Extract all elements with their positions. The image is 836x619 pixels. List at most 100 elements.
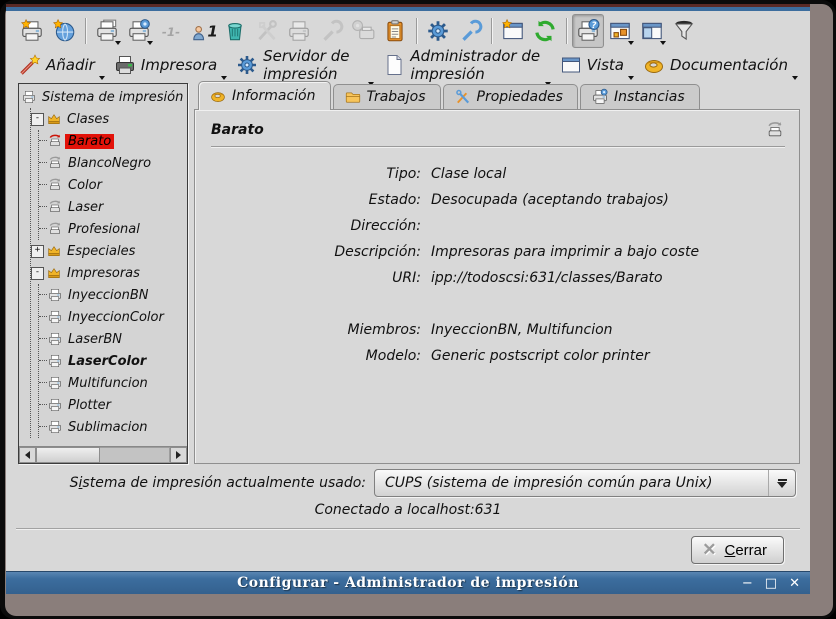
tab-propiedades[interactable]: Propiedades	[443, 84, 578, 110]
ring-icon	[209, 87, 227, 105]
tree-item-lasercolor[interactable]: LaserColor	[39, 350, 187, 372]
server-tools-icon[interactable]	[454, 14, 486, 48]
minimize-icon[interactable]: −	[742, 577, 753, 590]
printer-icon	[47, 133, 63, 149]
field-label: URI:	[211, 265, 431, 291]
tools-icon	[454, 88, 472, 106]
tree-item-label: Sistema de impresión	[39, 90, 186, 105]
filter-icon[interactable]	[668, 14, 700, 48]
printer-icon	[47, 397, 63, 413]
field-row: Dirección:	[211, 213, 785, 239]
tree-item-inyeccioncolor[interactable]: InyeccionColor	[39, 306, 187, 328]
scroll-left-icon[interactable]	[19, 447, 36, 463]
server-settings-icon[interactable]	[422, 14, 454, 48]
combo-arrow-icon[interactable]	[768, 470, 795, 496]
menu-a-adir[interactable]: Añadir	[16, 51, 107, 81]
field-label: Dirección:	[211, 213, 431, 239]
maximize-icon[interactable]: □	[765, 577, 777, 590]
cerrar-button[interactable]: ✕ Cerrar	[691, 536, 784, 564]
tree-item-impresoras[interactable]: -Impresoras	[31, 262, 187, 284]
printer-info-toggle-icon[interactable]: ?	[572, 14, 604, 48]
scroll-right-icon[interactable]	[170, 447, 187, 463]
job-viewer-icon[interactable]	[379, 14, 411, 48]
printer-icon	[47, 221, 63, 237]
cerrar-label: Cerrar	[724, 542, 767, 559]
print-test-page-icon[interactable]	[91, 14, 123, 48]
test-printer-icon	[283, 14, 315, 48]
close-icon[interactable]: ✕	[789, 577, 800, 590]
tab-informaci-n[interactable]: Información	[198, 81, 331, 110]
main-area: Sistema de impresión -ClasesBaratoBlancoN…	[6, 81, 810, 464]
detail-tabs: Información TrabajosPropiedadesInstancias	[194, 83, 800, 110]
field-value: InyeccionBN, Multifuncion	[431, 317, 785, 343]
printer-tree-body: Sistema de impresión -ClasesBaratoBlancoN…	[19, 84, 187, 446]
wand-icon	[18, 53, 42, 77]
tree-item-inyeccionbn[interactable]: InyeccionBN	[39, 284, 187, 306]
toolbar-separator	[491, 18, 492, 44]
printer-settings-icon[interactable]	[123, 14, 155, 48]
field-row: Miembros:InyeccionBN, Multifuncion	[211, 317, 785, 343]
expander-icon[interactable]: -	[31, 267, 44, 280]
tree-item-label: Especiales	[64, 244, 138, 259]
tree-item-sublimacion[interactable]: Sublimacion	[39, 416, 187, 438]
tab-label: Información	[232, 88, 316, 104]
information-panel: Barato Tipo:Clase localEstado:Desocupada…	[194, 109, 800, 464]
tree-item-clases[interactable]: -Clases	[31, 108, 187, 130]
remove-printer-icon[interactable]	[219, 14, 251, 48]
menu-impresora[interactable]: Impresora	[111, 51, 229, 81]
add-printer-wizard-icon[interactable]	[16, 14, 48, 48]
tree-item-barato[interactable]: Barato	[39, 130, 187, 152]
view-mode-icon[interactable]	[604, 14, 636, 48]
tree-item-label: LaserColor	[65, 354, 149, 369]
expander-icon[interactable]: +	[31, 245, 44, 258]
detail-area: Información TrabajosPropiedadesInstancias…	[194, 83, 800, 464]
tree-item-color[interactable]: Color	[39, 174, 187, 196]
tree-item-label: Profesional	[65, 222, 143, 237]
field-value: Desocupada (aceptando trabajos)	[431, 187, 785, 213]
wizard-window-icon[interactable]	[497, 14, 529, 48]
tab-trabajos[interactable]: Trabajos	[333, 84, 441, 110]
tree-item-laser[interactable]: Laser	[39, 196, 187, 218]
configure-printer-icon	[251, 14, 283, 48]
tree-item-label: Multifuncion	[65, 376, 151, 391]
tree-item-label: Laser	[65, 200, 106, 215]
add-class-icon[interactable]	[48, 14, 80, 48]
maintenance-icon	[315, 14, 347, 48]
menu-label: Servidor de impresión	[263, 47, 364, 83]
tree-item-laserbn[interactable]: LaserBN	[39, 328, 187, 350]
print-system-select[interactable]: CUPS (sistema de impresión común para Un…	[374, 469, 796, 497]
menu-administrador-de-impresi-n[interactable]: Administrador de impresión	[380, 45, 552, 87]
printer-icon	[113, 53, 137, 77]
refresh-icon[interactable]	[529, 14, 561, 48]
printer-icon	[21, 89, 37, 105]
field-label: Modelo:	[211, 343, 431, 369]
menu-documentaci-n[interactable]: Documentación	[640, 51, 800, 81]
scrollbar-groove[interactable]	[100, 447, 170, 463]
tree-item-sistema-de-impresi-n[interactable]: Sistema de impresión	[21, 86, 187, 108]
tree-item-multifuncion[interactable]: Multifuncion	[39, 372, 187, 394]
tab-instancias[interactable]: Instancias	[580, 84, 700, 110]
refresh-printer-icon[interactable]	[765, 120, 785, 140]
svg-text:-1-: -1-	[162, 25, 180, 39]
field-row: Descripción:Impresoras para imprimir a b…	[211, 239, 785, 265]
menu-vista[interactable]: Vista	[557, 51, 636, 81]
set-user-default-icon[interactable]: 1	[187, 14, 219, 48]
tree-item-plotter[interactable]: Plotter	[39, 394, 187, 416]
window-titlebar[interactable]: Configurar - Administrador de impresión …	[6, 571, 810, 594]
panel-divider	[211, 146, 785, 147]
field-label: Estado:	[211, 187, 431, 213]
field-value	[431, 213, 785, 239]
print-system-label: Sistema de impresión actualmente usado:	[70, 475, 366, 491]
field-row: Modelo:Generic postscript color printer	[211, 343, 785, 369]
scrollbar-thumb[interactable]	[36, 447, 100, 463]
printer-icon	[47, 375, 63, 391]
expander-icon[interactable]: -	[31, 113, 44, 126]
field-label: Tipo:	[211, 161, 431, 187]
view-columns-icon[interactable]	[636, 14, 668, 48]
tree-item-especiales[interactable]: + Especiales	[31, 240, 187, 262]
category-icon	[46, 265, 62, 281]
tree-item-blanconegro[interactable]: BlancoNegro	[39, 152, 187, 174]
tree-item-profesional[interactable]: Profesional	[39, 218, 187, 240]
tree-horizontal-scrollbar[interactable]	[19, 446, 187, 463]
svg-text:?: ?	[591, 21, 596, 31]
